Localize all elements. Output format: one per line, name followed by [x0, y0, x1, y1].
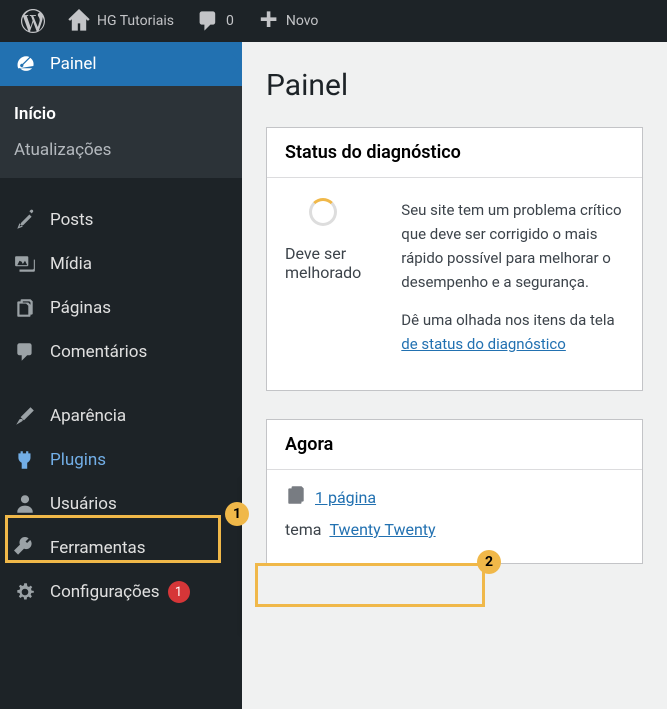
- settings-icon: [14, 581, 40, 603]
- menu-label: Aparência: [50, 406, 126, 426]
- menu-comentarios[interactable]: Comentários: [0, 330, 242, 374]
- health-status-widget: Status do diagnóstico Deve ser melhorado…: [266, 127, 643, 391]
- at-a-glance-widget: Agora 1 página tema Twenty Twenty: [266, 419, 643, 564]
- menu-label: Ferramentas: [50, 538, 146, 558]
- site-name: HG Tutoriais: [97, 13, 174, 29]
- comment-icon: [14, 341, 40, 363]
- health-text-2: Dê uma olhada nos itens da tela de statu…: [401, 308, 624, 356]
- comments-link[interactable]: 0: [185, 0, 245, 42]
- submenu-atualizacoes[interactable]: Atualizações: [0, 132, 242, 168]
- painel-submenu: Início Atualizações: [0, 86, 242, 178]
- update-badge: 1: [168, 581, 190, 603]
- content-area: Painel Status do diagnóstico Deve ser me…: [242, 42, 667, 709]
- menu-usuarios[interactable]: Usuários: [0, 482, 242, 526]
- wordpress-icon: [21, 9, 45, 33]
- menu-plugins[interactable]: Plugins: [0, 438, 242, 482]
- submenu-inicio[interactable]: Início: [0, 96, 242, 132]
- user-icon: [14, 493, 40, 515]
- health-text-1: Seu site tem um problema crítico que dev…: [401, 198, 624, 294]
- menu-label: Mídia: [50, 254, 92, 274]
- theme-link[interactable]: Twenty Twenty: [329, 520, 435, 539]
- menu-label: Páginas: [50, 298, 111, 318]
- wrench-icon: [14, 537, 40, 559]
- dashboard-icon: [14, 53, 40, 75]
- widget-heading: Status do diagnóstico: [267, 128, 642, 178]
- comment-icon: [196, 9, 220, 33]
- menu-midia[interactable]: Mídia: [0, 242, 242, 286]
- menu-posts[interactable]: Posts: [0, 198, 242, 242]
- menu-aparencia[interactable]: Aparência: [0, 394, 242, 438]
- theme-row: tema Twenty Twenty: [285, 520, 624, 539]
- health-status-label: Deve ser melhorado: [285, 244, 361, 282]
- menu-configuracoes[interactable]: Configurações 1: [0, 570, 242, 614]
- menu-label: Painel: [50, 54, 97, 74]
- health-spinner-icon: [309, 198, 337, 226]
- pages-stack-icon: [285, 484, 307, 510]
- pages-count[interactable]: 1 página: [315, 488, 376, 507]
- plugin-icon: [14, 449, 40, 471]
- plus-icon: [256, 9, 280, 33]
- pin-icon: [14, 209, 40, 231]
- menu-paginas[interactable]: Páginas: [0, 286, 242, 330]
- menu-label: Comentários: [50, 342, 147, 362]
- menu-ferramentas[interactable]: Ferramentas: [0, 526, 242, 570]
- comments-count: 0: [226, 13, 234, 29]
- menu-label: Usuários: [50, 494, 117, 514]
- menu-label: Posts: [50, 210, 93, 230]
- menu-label: Configurações: [50, 582, 160, 602]
- home-icon: [67, 9, 91, 33]
- brush-icon: [14, 405, 40, 427]
- widget-heading: Agora: [267, 420, 642, 470]
- wp-logo[interactable]: [10, 0, 56, 42]
- admin-sidebar: Painel Início Atualizações Posts Mídia P…: [0, 42, 242, 709]
- new-content[interactable]: Novo: [245, 0, 330, 42]
- media-icon: [14, 253, 40, 275]
- page-title: Painel: [266, 68, 643, 103]
- site-link[interactable]: HG Tutoriais: [56, 0, 185, 42]
- page-icon: [14, 297, 40, 319]
- menu-label: Plugins: [50, 450, 106, 470]
- new-label: Novo: [286, 13, 319, 29]
- health-status-link[interactable]: de status do diagnóstico: [401, 335, 566, 353]
- pages-count-row[interactable]: 1 página: [285, 484, 624, 510]
- menu-painel[interactable]: Painel: [0, 42, 242, 86]
